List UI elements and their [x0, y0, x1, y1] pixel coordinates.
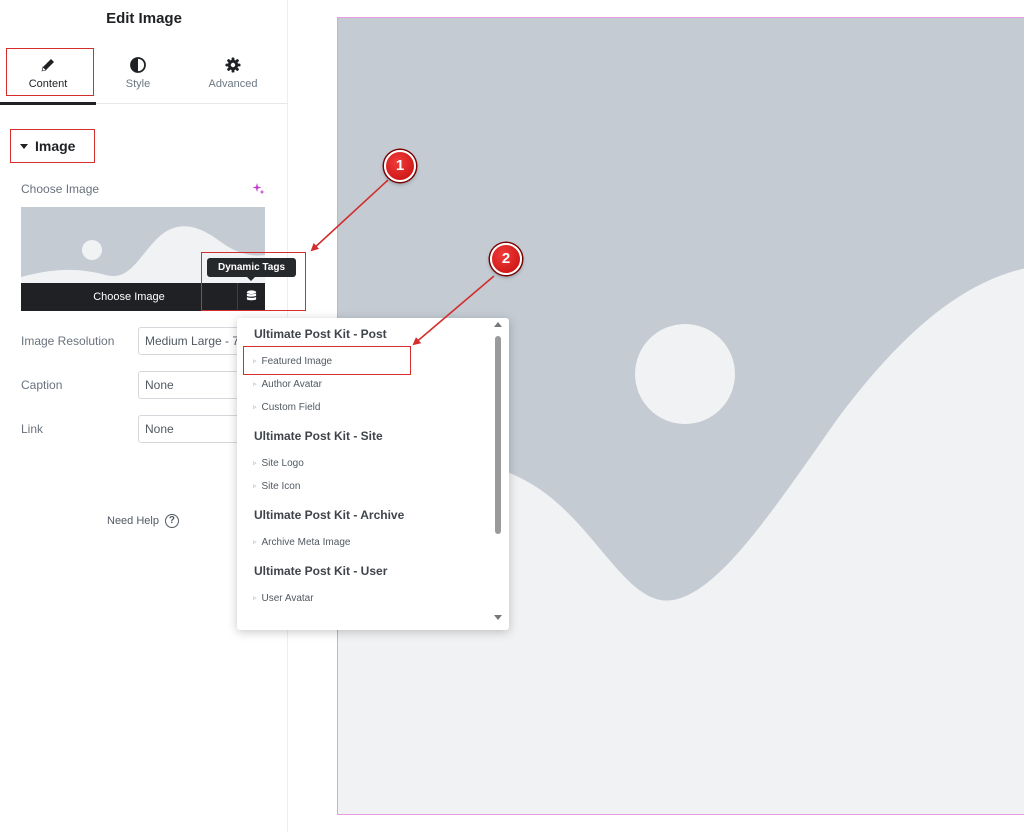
field-label: Image Resolution [21, 334, 115, 348]
half-circle-icon [130, 57, 146, 73]
field-label: Caption [21, 378, 63, 392]
bullet-icon: ▹ [253, 404, 257, 411]
dropdown-scrollbar[interactable] [495, 336, 501, 534]
dropdown-group-title: Ultimate Post Kit - Archive [254, 508, 405, 522]
tab-label: Advanced [208, 78, 258, 90]
sparkle-icon[interactable] [252, 182, 265, 195]
dropdown-item-featured-image[interactable]: ▹ Featured Image [253, 356, 332, 367]
dynamic-tags-tooltip: Dynamic Tags [207, 258, 296, 281]
image-resolution-select[interactable]: Medium Large - 7 [138, 327, 248, 355]
bullet-icon: ▹ [253, 358, 257, 365]
scroll-down-arrow[interactable] [494, 615, 502, 620]
need-help-label: Need Help [107, 515, 159, 527]
bullet-icon: ▹ [253, 483, 257, 490]
dynamic-tags-dropdown: Ultimate Post Kit - Post ▹ Featured Image… [237, 318, 509, 630]
dropdown-group-title: Ultimate Post Kit - User [254, 564, 388, 578]
field-label: Link [21, 422, 44, 436]
annotation-badge-2: 2 [490, 243, 522, 275]
caption-select[interactable]: None [138, 371, 248, 399]
link-select[interactable]: None [138, 415, 248, 443]
dropdown-item-archive-meta-image[interactable]: ▹ Archive Meta Image [253, 537, 350, 548]
caret-down-icon [20, 143, 28, 149]
bullet-icon: ▹ [253, 595, 257, 602]
panel-tabs: Content Style Advanced [0, 44, 288, 105]
image-section-toggle[interactable]: Image [20, 138, 75, 154]
bullet-icon: ▹ [253, 460, 257, 467]
dropdown-group-title: Ultimate Post Kit - Site [254, 429, 383, 443]
dropdown-item-user-avatar[interactable]: ▹ User Avatar [253, 593, 314, 604]
pencil-icon [41, 59, 54, 72]
dropdown-item-site-logo[interactable]: ▹ Site Logo [253, 458, 304, 469]
tab-advanced[interactable]: Advanced [185, 44, 281, 104]
bullet-icon: ▹ [253, 381, 257, 388]
dynamic-tags-button[interactable] [237, 283, 265, 311]
annotation-badge-1: 1 [384, 150, 416, 182]
tab-style[interactable]: Style [90, 44, 186, 104]
tab-label: Content [28, 78, 68, 90]
bullet-icon: ▹ [253, 539, 257, 546]
question-circle-icon: ? [164, 514, 179, 528]
scroll-up-arrow[interactable] [494, 322, 502, 327]
dropdown-item-custom-field[interactable]: ▹ Custom Field [253, 402, 320, 413]
gear-icon [225, 57, 241, 73]
tab-label: Style [125, 78, 151, 90]
choose-image-bar: Choose Image [21, 283, 265, 311]
tab-content[interactable]: Content [0, 44, 96, 105]
need-help-link[interactable]: Need Help ? [107, 514, 179, 528]
section-label: Image [35, 138, 76, 154]
choose-image-button[interactable]: Choose Image [21, 283, 237, 311]
dropdown-item-author-avatar[interactable]: ▹ Author Avatar [253, 379, 322, 390]
choose-image-label: Choose Image [21, 182, 100, 196]
database-icon [246, 290, 257, 301]
panel-title: Edit Image [106, 10, 182, 27]
dropdown-item-site-icon[interactable]: ▹ Site Icon [253, 481, 300, 492]
dropdown-group-title: Ultimate Post Kit - Post [254, 327, 387, 341]
